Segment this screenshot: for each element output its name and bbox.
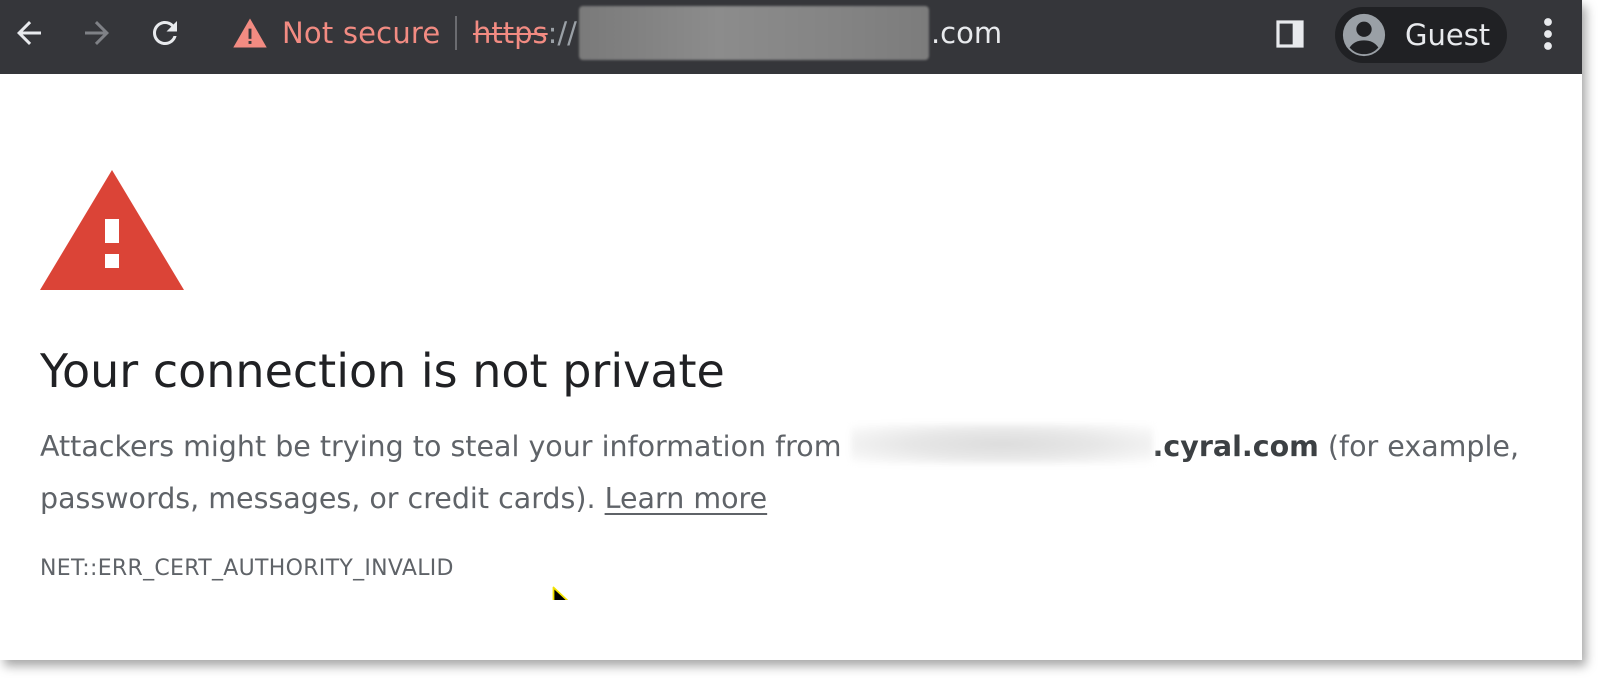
url-domain-suffix: .com <box>930 16 1003 50</box>
host-suffix: .cyral.com <box>1152 430 1319 463</box>
red-warning-triangle-icon <box>40 170 184 290</box>
redacted-hostname <box>850 424 1153 464</box>
torn-edge-decoration <box>0 600 1582 642</box>
address-bar[interactable]: https :// .com <box>473 6 1003 60</box>
url-scheme: https <box>473 16 548 50</box>
forward-button[interactable] <box>77 13 117 53</box>
profile-label: Guest <box>1405 18 1491 52</box>
error-code: NET::ERR_CERT_AUTHORITY_INVALID <box>40 556 454 581</box>
arrow-left-icon <box>17 21 41 45</box>
url-scheme-separator: :// <box>547 16 577 50</box>
browser-window: Not secure https :// .com Guest Your con… <box>0 0 1582 660</box>
error-description: Attackers might be trying to steal your … <box>40 421 1530 525</box>
arrow-right-icon <box>85 21 109 45</box>
browser-toolbar: Not secure https :// .com Guest <box>0 0 1582 74</box>
site-security-chip[interactable]: Not secure <box>232 12 440 54</box>
reload-icon <box>153 20 177 45</box>
not-secure-label: Not secure <box>282 16 441 50</box>
learn-more-link[interactable]: Learn more <box>605 482 768 515</box>
redacted-hostname <box>578 6 929 60</box>
account-circle-icon <box>1342 13 1386 57</box>
kebab-menu-icon[interactable] <box>1536 16 1560 52</box>
warning-triangle-icon <box>233 18 267 48</box>
reload-button[interactable] <box>145 13 185 53</box>
split-view-icon[interactable] <box>1274 18 1306 50</box>
omnibox-separator <box>455 16 457 50</box>
back-button[interactable] <box>9 13 49 53</box>
profile-button[interactable]: Guest <box>1335 7 1507 63</box>
page-title: Your connection is not private <box>40 344 725 398</box>
description-prefix: Attackers might be trying to steal your … <box>40 430 851 463</box>
